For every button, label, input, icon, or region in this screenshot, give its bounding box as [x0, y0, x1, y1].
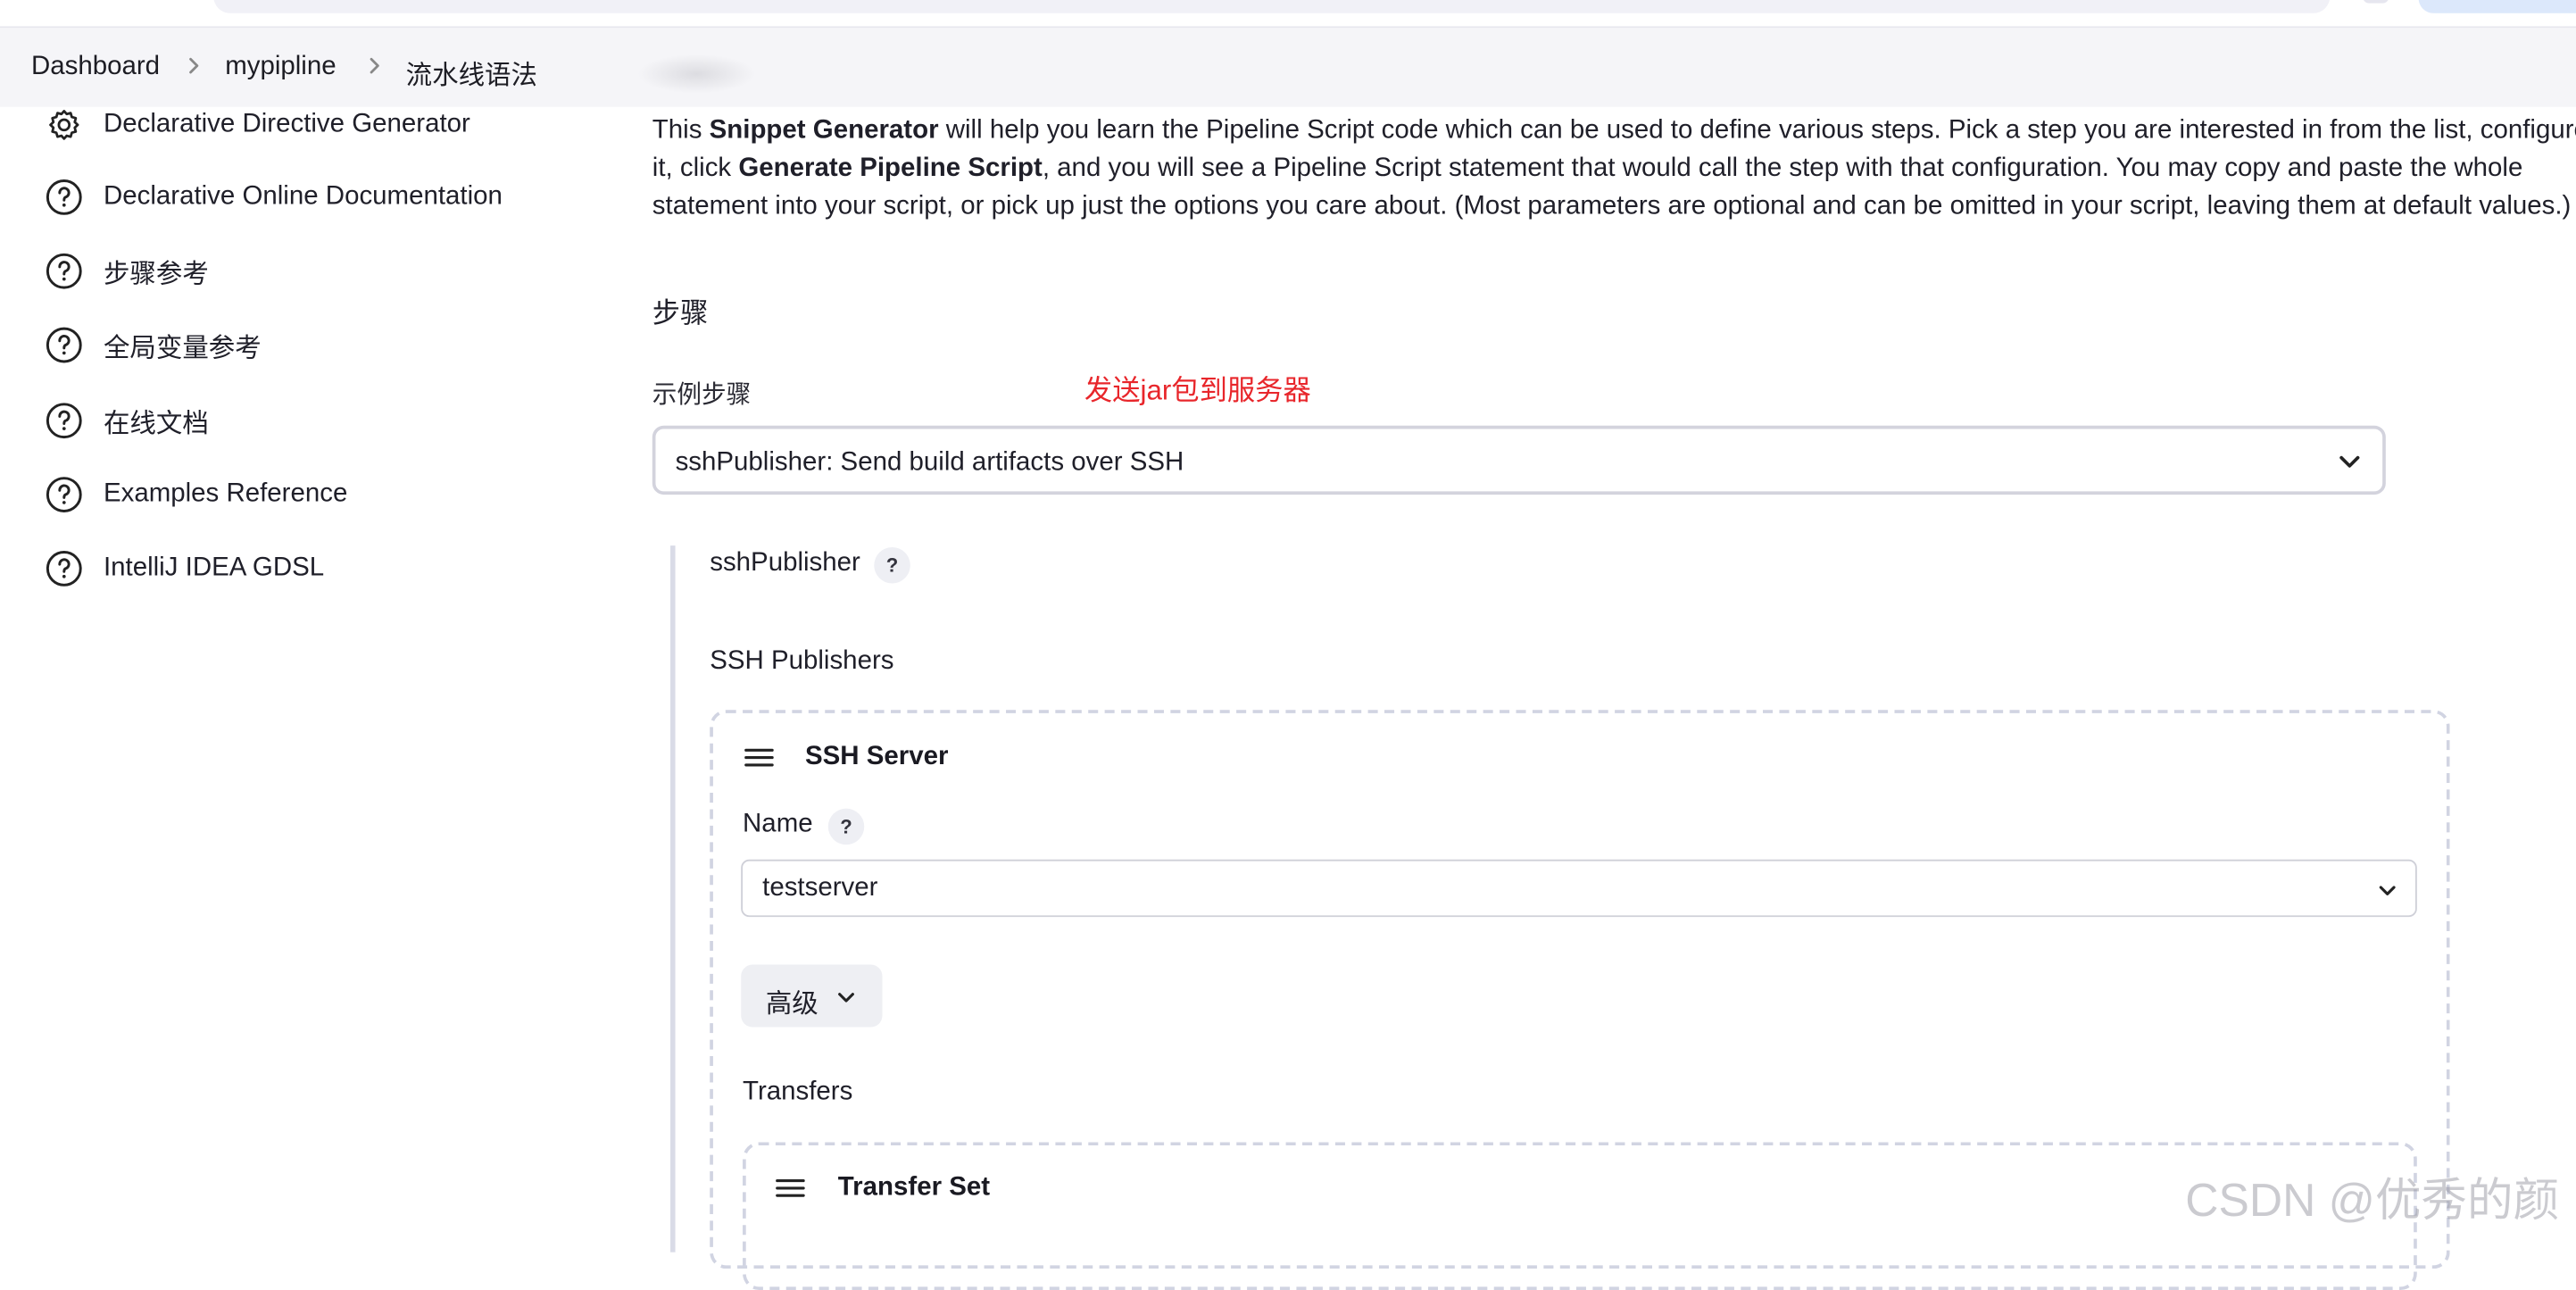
sidebar-item-directive-generator[interactable]: Declarative Directive Generator: [45, 104, 470, 146]
sidebar-item-examples-reference[interactable]: Examples Reference: [45, 473, 348, 516]
sidebar-item-label: Examples Reference: [103, 479, 348, 508]
sidebar-item-label: 在线文档: [103, 411, 209, 439]
chevron-right-icon: [363, 54, 386, 78]
advanced-button[interactable]: 高级: [741, 964, 883, 1028]
sample-step-select[interactable]: sshPublisher: Send build artifacts over …: [652, 425, 2386, 495]
sidebar-item-global-variables[interactable]: 全局变量参考: [45, 324, 262, 367]
top-header: [0, 0, 2576, 29]
help-button[interactable]: ?: [874, 546, 910, 584]
section-title-steps: 步骤: [652, 297, 709, 329]
sidebar-item-label: 全局变量参考: [103, 335, 262, 363]
search-bar[interactable]: [213, 0, 2331, 13]
server-name-select[interactable]: testserver: [741, 859, 2417, 918]
drag-handle-icon[interactable]: [744, 748, 774, 768]
transfer-set-title: Transfer Set: [837, 1173, 991, 1202]
sidebar-item-label: Declarative Online Documentation: [103, 182, 503, 211]
intro-bold-generate-script: Generate Pipeline Script: [738, 154, 1043, 183]
transfers-label: Transfers: [743, 1078, 853, 1106]
snippet-generator-intro: This Snippet Generator will help you lea…: [652, 112, 2576, 225]
advanced-label: 高级: [765, 991, 819, 1020]
help-circle-icon: [46, 179, 82, 215]
chevron-right-icon: [182, 54, 205, 78]
transfer-set-panel: [743, 1142, 2417, 1290]
ssh-server-title: SSH Server: [804, 743, 949, 771]
csdn-watermark: CSDN @优秀的颜: [2185, 1175, 2560, 1227]
intro-text: This: [652, 116, 710, 145]
breadcrumb: Dashboard mypipline 流水线语法: [0, 28, 2576, 107]
gear-icon: [49, 110, 79, 140]
help-circle-icon: [46, 551, 82, 587]
chevron-down-icon: [838, 993, 854, 1003]
chevron-down-icon: [2339, 455, 2360, 468]
sidebar-item-label: IntelliJ IDEA GDSL: [103, 553, 325, 582]
help-circle-icon: [46, 403, 82, 439]
sidebar-item-steps-reference[interactable]: 步骤参考: [45, 250, 209, 293]
chevron-down-icon: [2379, 886, 2396, 895]
sample-step-label: 示例步骤: [652, 381, 752, 410]
sidebar-item-label: Declarative Directive Generator: [103, 110, 470, 138]
name-field-label: Name: [743, 810, 813, 838]
drag-handle-icon[interactable]: [776, 1178, 805, 1198]
step-name-label: sshPublisher: [710, 548, 860, 578]
sidebar-item-label: 步骤参考: [103, 261, 209, 289]
sidebar-item-intellij-gdsl[interactable]: IntelliJ IDEA GDSL: [45, 547, 324, 590]
sidebar-item-online-docs[interactable]: Declarative Online Documentation: [45, 176, 503, 219]
help-circle-icon: [46, 477, 82, 512]
server-name-value: testserver: [762, 874, 878, 903]
step-config-indent-line: [670, 545, 676, 1253]
sample-step-value: sshPublisher: Send build artifacts over …: [675, 448, 1184, 477]
help-button[interactable]: ?: [827, 808, 865, 845]
help-circle-icon: [46, 327, 82, 363]
ssh-publishers-label: SSH Publishers: [710, 647, 894, 676]
intro-bold-snippet-generator: Snippet Generator: [709, 116, 939, 145]
sidebar-item-online-documents[interactable]: 在线文档: [45, 399, 209, 442]
header-icon[interactable]: [2363, 0, 2389, 4]
breadcrumb-job[interactable]: mypipline: [225, 53, 336, 82]
header-button[interactable]: [2418, 0, 2576, 13]
breadcrumb-dashboard[interactable]: Dashboard: [31, 53, 160, 82]
cursor-smudge: [637, 54, 756, 94]
help-circle-icon: [46, 253, 82, 289]
breadcrumb-pipeline-syntax[interactable]: 流水线语法: [406, 53, 537, 92]
red-annotation: 发送jar包到服务器: [1084, 374, 1311, 406]
